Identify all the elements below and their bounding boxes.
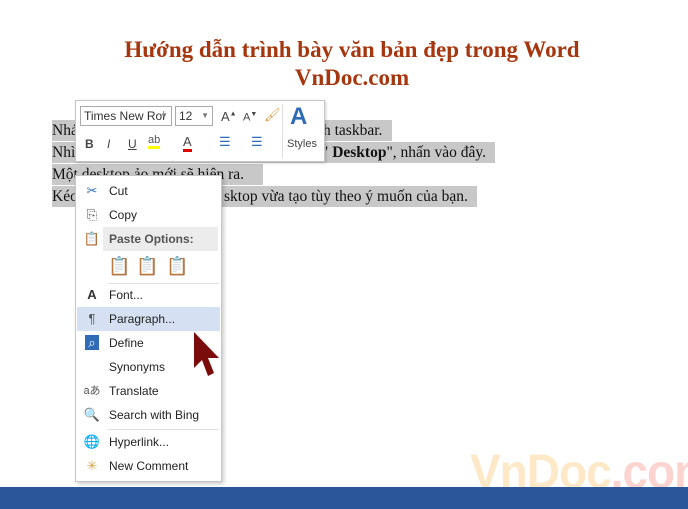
label: Paragraph... — [109, 312, 176, 326]
menu-item-paragraph[interactable]: ¶ Paragraph... — [77, 307, 220, 331]
shrink-font-icon[interactable]: A▼ — [243, 111, 257, 124]
menu-item-search-with-bing[interactable]: 🔍 Search with Bing — [77, 403, 220, 427]
styles-label[interactable]: Styles — [287, 138, 317, 150]
label: Define — [109, 336, 144, 350]
format-painter-icon[interactable]: 🖌 — [264, 107, 281, 123]
text: h taskbar. — [323, 122, 383, 139]
menu-item-cut[interactable]: ✂ Cut — [77, 179, 220, 203]
menu-item-copy[interactable]: ⎘ Copy — [77, 203, 220, 227]
text: Nhá — [52, 122, 78, 139]
doc-title-line1: Hướng dẫn trình bày văn bản đẹp trong Wo… — [124, 37, 580, 62]
clipboard-icon: 📋 — [83, 231, 101, 246]
bold-button[interactable]: B — [85, 137, 94, 151]
label: Hyperlink... — [109, 435, 170, 449]
copy-icon: ⎘ — [86, 207, 98, 222]
menu-item-hyperlink[interactable]: 🌐 Hyperlink... — [77, 430, 220, 454]
paragraph-icon: ¶ — [88, 311, 96, 326]
label: Copy — [109, 208, 138, 222]
paste-text-only-icon[interactable]: 📋 — [166, 256, 188, 277]
chevron-down-icon: ▼ — [201, 111, 209, 120]
label: Synonyms — [109, 360, 166, 374]
translate-icon: aあ — [83, 385, 101, 397]
styles-icon[interactable]: A — [290, 103, 307, 131]
font-color-icon[interactable]: A — [183, 134, 192, 152]
paste-options-header: 📋 Paste Options: — [77, 227, 220, 251]
font-name-select[interactable]: Times New Roi ▼ — [80, 106, 172, 126]
paste-merge-formatting-icon[interactable]: 📋 — [136, 256, 158, 277]
label: Translate — [109, 384, 159, 398]
mini-toolbar: Times New Roi ▼ 12 ▼ A▲ A▼ 🖌 A Styles B I … — [75, 100, 325, 162]
bold-text: Desktop — [332, 144, 387, 161]
label: Search with Bing — [109, 408, 200, 422]
paste-keep-formatting-icon[interactable]: 📋 — [108, 256, 130, 277]
label: Cut — [109, 184, 128, 198]
define-icon: ⌕ — [82, 331, 102, 355]
menu-item-new-comment[interactable]: ✳ New Comment — [77, 454, 220, 478]
font-size-value: 12 — [179, 109, 193, 123]
label: Paste Options: — [103, 227, 218, 251]
comment-icon: ✳ — [86, 458, 98, 473]
doc-title-line2: VnDoc.com — [294, 65, 410, 90]
font-name-value: Times New Roi — [84, 109, 165, 123]
font-icon: A — [87, 287, 97, 302]
menu-item-translate[interactable]: aあ Translate — [77, 379, 220, 403]
font-size-select[interactable]: 12 ▼ — [175, 106, 213, 126]
search-globe-icon: 🔍 — [83, 407, 101, 422]
scissors-icon: ✂ — [86, 183, 98, 198]
text: ", nhấn vào đây. — [386, 144, 487, 161]
hyperlink-icon: 🌐 — [83, 434, 101, 449]
text: Kéo — [52, 188, 78, 205]
context-menu: ✂ Cut ⎘ Copy 📋 Paste Options: 📋 📋 📋 A Font..… — [75, 175, 222, 482]
bullets-icon[interactable]: ☰ — [219, 134, 231, 150]
text: sktop vừa tạo tùy theo ý muốn của bạn. — [224, 188, 468, 205]
status-bar — [0, 487, 688, 509]
italic-button[interactable]: I — [107, 137, 110, 151]
mouse-cursor-icon — [194, 332, 219, 376]
label: Font... — [109, 288, 144, 302]
grow-font-icon[interactable]: A▲ — [221, 109, 237, 124]
text: Nhì — [52, 144, 76, 161]
menu-item-font[interactable]: A Font... — [77, 283, 220, 307]
label: New Comment — [109, 459, 189, 473]
divider — [282, 104, 283, 158]
underline-button[interactable]: U — [128, 137, 137, 151]
chevron-down-icon: ▼ — [160, 111, 168, 120]
highlight-icon[interactable]: ab — [148, 134, 161, 149]
numbering-icon[interactable]: ☰ — [251, 134, 263, 150]
